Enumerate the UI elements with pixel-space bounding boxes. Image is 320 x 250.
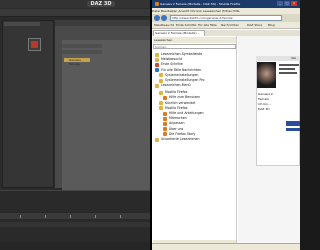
folder-icon	[155, 137, 159, 142]
timeline-tick	[45, 215, 46, 218]
timeline-tick	[120, 215, 121, 218]
timeline-tick	[70, 215, 71, 218]
timeline-tick	[20, 215, 21, 218]
scene-row[interactable]	[62, 50, 102, 54]
browser-title: Genesis 2 Female (Modelle - DAZ 3D) - Mo…	[160, 2, 241, 6]
firefox-icon	[163, 95, 167, 100]
folder-icon	[159, 90, 163, 95]
text-line	[279, 72, 297, 74]
firefox-icon	[163, 111, 167, 116]
daz-logo: DAZ 3D	[87, 1, 115, 7]
record-icon[interactable]	[31, 41, 38, 48]
daz-panel-tab[interactable]	[4, 22, 40, 26]
folder-icon	[155, 57, 159, 62]
text-line	[279, 64, 299, 66]
firefox-icon	[163, 132, 167, 137]
content-line: DAZ 3D	[258, 107, 270, 111]
firefox-icon	[163, 116, 167, 121]
bookmark-item[interactable]: Für alle Fälle	[198, 23, 217, 28]
daz-status-bar	[0, 242, 150, 250]
firefox-icon	[163, 127, 167, 132]
timeline-scrubber[interactable]	[0, 213, 150, 219]
daz-viewport-header	[55, 20, 150, 26]
maximize-button[interactable]: □	[284, 1, 290, 6]
folder-icon	[159, 78, 163, 83]
forward-button[interactable]	[161, 15, 167, 21]
close-button[interactable]: x	[291, 1, 297, 6]
sidebar-search-input[interactable]: Suchen:	[153, 44, 236, 49]
content-card-header: daz	[256, 56, 300, 61]
timeline-tick	[95, 215, 96, 218]
folder-icon	[155, 83, 159, 88]
text-line	[279, 68, 295, 70]
bookmark-item[interactable]: Nachrichten	[221, 23, 239, 28]
link-button[interactable]	[286, 128, 300, 131]
bookmark-item[interactable]: Blog	[268, 23, 275, 28]
daz-title-bar	[0, 0, 150, 8]
browser-status-bar	[152, 243, 300, 250]
url-input[interactable]: http://www.daz3d.com/genesis-2-female	[170, 15, 282, 21]
daz-toolbar[interactable]	[0, 9, 150, 17]
back-button[interactable]	[154, 15, 160, 21]
daz-timeline	[0, 190, 150, 250]
sidebar-header: Lesezeichen	[153, 37, 236, 43]
timeline-track[interactable]	[0, 222, 150, 227]
buy-button[interactable]	[286, 121, 300, 126]
scene-row[interactable]	[62, 44, 102, 48]
sidebar-item[interactable]: Unsortierte Lesezeichen	[161, 137, 199, 142]
folder-icon	[159, 73, 163, 78]
firefox-icon	[155, 2, 159, 6]
content-line: Ich bin...	[258, 102, 271, 106]
firefox-icon	[163, 121, 167, 126]
portrait-image[interactable]	[257, 62, 276, 88]
sidebar-item[interactable]: Lesezeichen-Menü	[161, 83, 190, 88]
content-line: Genesis 2	[258, 92, 273, 96]
folder-icon	[159, 106, 163, 111]
bookmark-item[interactable]: DAZ Store	[247, 23, 262, 28]
bookmark-icon	[155, 62, 159, 67]
folder-icon	[159, 101, 163, 106]
minimize-button[interactable]: _	[277, 1, 283, 6]
scene-selected-item[interactable]: Genesis Female	[64, 58, 90, 66]
bookmark-item[interactable]: Erste Schritte	[176, 23, 196, 28]
folder-icon	[155, 52, 159, 57]
content-line: Female	[258, 97, 269, 101]
rss-icon	[155, 68, 159, 73]
bookmark-item[interactable]: Meistbesucht	[154, 23, 174, 28]
